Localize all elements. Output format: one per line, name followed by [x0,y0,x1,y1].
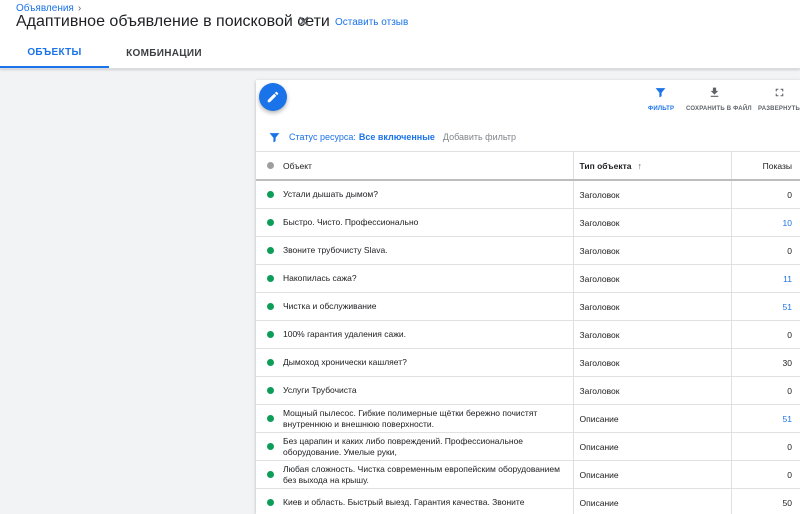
table-row[interactable]: Любая сложность. Чистка современным евро… [256,460,800,489]
asset-impressions: 0 [730,460,800,489]
filter-label[interactable]: Статус ресурса: [289,132,356,142]
asset-type: Заголовок [572,208,731,237]
add-filter-button[interactable]: Добавить фильтр [443,132,516,142]
asset-type: Заголовок [572,376,731,405]
asset-type: Заголовок [572,180,731,209]
asset-text: Любая сложность. Чистка современным евро… [283,463,560,485]
asset-type: Заголовок [572,348,731,377]
asset-type: Описание [572,404,731,433]
asset-impressions[interactable]: 51 [730,292,800,321]
asset-impressions: 0 [730,320,800,349]
status-enabled-icon [267,471,274,478]
filter-button-label: ФИЛЬТР [648,106,675,112]
status-enabled-icon [267,303,274,310]
column-header-impressions[interactable]: Показы [730,152,800,181]
asset-type: Описание [572,488,731,514]
table-row[interactable]: Без царапин и каких либо повреждений. Пр… [256,432,800,461]
asset-type: Заголовок [572,236,731,265]
tab-combinations[interactable]: КОМБИНАЦИИ [109,38,219,68]
save-button-label: СОХРАНИТЬ В ФАЙЛ [686,106,752,112]
status-enabled-icon [267,359,274,366]
filter-icon[interactable] [268,131,281,144]
asset-text: Чистка и обслуживание [283,301,377,311]
asset-text: Дымоход хронически кашляет? [283,357,407,367]
table-row[interactable]: Звоните трубочисту Slava. Заголовок 0 [256,236,800,265]
status-enabled-icon [267,415,274,422]
save-to-file-button[interactable]: СОХРАНИТЬ В ФАЙЛ [686,86,752,112]
table-row[interactable]: Чистка и обслуживание Заголовок 51 [256,292,800,321]
table-row[interactable]: Устали дышать дымом? Заголовок 0 [256,180,800,209]
asset-text: Услуги Трубочиста [283,385,357,395]
filter-bar: Статус ресурса: Все включенные Добавить … [256,123,800,152]
asset-impressions[interactable]: 10 [730,208,800,237]
status-enabled-icon [267,443,274,450]
asset-impressions: 30 [730,348,800,377]
status-column-icon [267,162,274,169]
feedback-link[interactable]: Оставить отзыв [335,17,408,28]
pencil-icon [267,91,279,103]
tab-bar: ОБЪЕКТЫ КОМБИНАЦИИ [0,38,219,68]
status-enabled-icon [267,387,274,394]
sort-arrow-up-icon: ↑ [637,160,643,171]
status-enabled-icon [267,275,274,282]
asset-text: Мощный пылесос. Гибкие полимерные щётки … [283,407,538,429]
asset-type: Описание [572,460,731,489]
tab-objects[interactable]: ОБЪЕКТЫ [0,38,109,68]
asset-type: Описание [572,432,731,461]
asset-impressions: 50 [730,488,800,514]
filter-value[interactable]: Все включенные [359,132,435,142]
table-row[interactable]: Быстро. Чисто. Профессионально Заголовок… [256,208,800,237]
status-enabled-icon [267,499,274,506]
table-row[interactable]: Дымоход хронически кашляет? Заголовок 30 [256,348,800,377]
column-header-object[interactable]: Объект [256,152,573,181]
asset-type: Заголовок [572,320,731,349]
download-icon [710,87,719,97]
table-row[interactable]: Мощный пылесос. Гибкие полимерные щётки … [256,404,800,433]
assets-table-card: ФИЛЬТР СОХРАНИТЬ В ФАЙЛ РАЗВЕРНУТЬ Стату… [256,80,800,514]
column-header-type-label: Тип объекта [579,160,632,171]
asset-text: Накопилась сажа? [283,273,357,283]
status-enabled-icon [267,219,274,226]
status-enabled-icon [267,331,274,338]
asset-text: Устали дышать дымом? [283,189,378,199]
asset-impressions: 0 [730,376,800,405]
asset-text: 100% гарантия удаления сажи. [283,329,407,339]
close-icon[interactable]: ✕ [297,12,310,32]
assets-table: Объект Тип объекта ↑ Показы Устали дышать… [256,152,800,514]
asset-impressions: 0 [730,236,800,265]
asset-text: Киев и область. Быстрый выезд. Гарантия … [283,497,525,507]
column-header-type[interactable]: Тип объекта ↑ [572,152,731,181]
asset-text: Быстро. Чисто. Профессионально [283,217,419,227]
page-title: Адаптивное объявление в поисковой сети [16,13,330,30]
asset-impressions[interactable]: 11 [730,264,800,293]
asset-impressions: 0 [730,180,800,209]
column-header-object-label: Объект [283,160,312,171]
table-row[interactable]: Накопилась сажа? Заголовок 11 [256,264,800,293]
page-header: Объявления › Адаптивное объявление в пои… [0,0,800,69]
filter-icon [655,88,665,98]
status-enabled-icon [267,191,274,198]
status-enabled-icon [267,247,274,254]
table-row[interactable]: 100% гарантия удаления сажи. Заголовок 0 [256,320,800,349]
asset-type: Заголовок [572,292,731,321]
filter-button[interactable]: ФИЛЬТР [648,86,675,112]
table-row[interactable]: Услуги Трубочиста Заголовок 0 [256,376,800,405]
asset-text: Звоните трубочисту Slava. [283,245,388,255]
fullscreen-icon [775,88,783,97]
asset-type: Заголовок [572,264,731,293]
asset-text: Без царапин и каких либо повреждений. Пр… [283,435,524,457]
asset-impressions[interactable]: 51 [730,404,800,433]
expand-button[interactable]: РАЗВЕРНУТЬ [758,86,800,112]
edit-button[interactable] [259,83,287,111]
table-row[interactable]: Киев и область. Быстрый выезд. Гарантия … [256,488,800,514]
asset-impressions: 0 [730,432,800,461]
expand-button-label: РАЗВЕРНУТЬ [758,106,800,112]
table-header-row: Объект Тип объекта ↑ Показы [256,152,800,181]
